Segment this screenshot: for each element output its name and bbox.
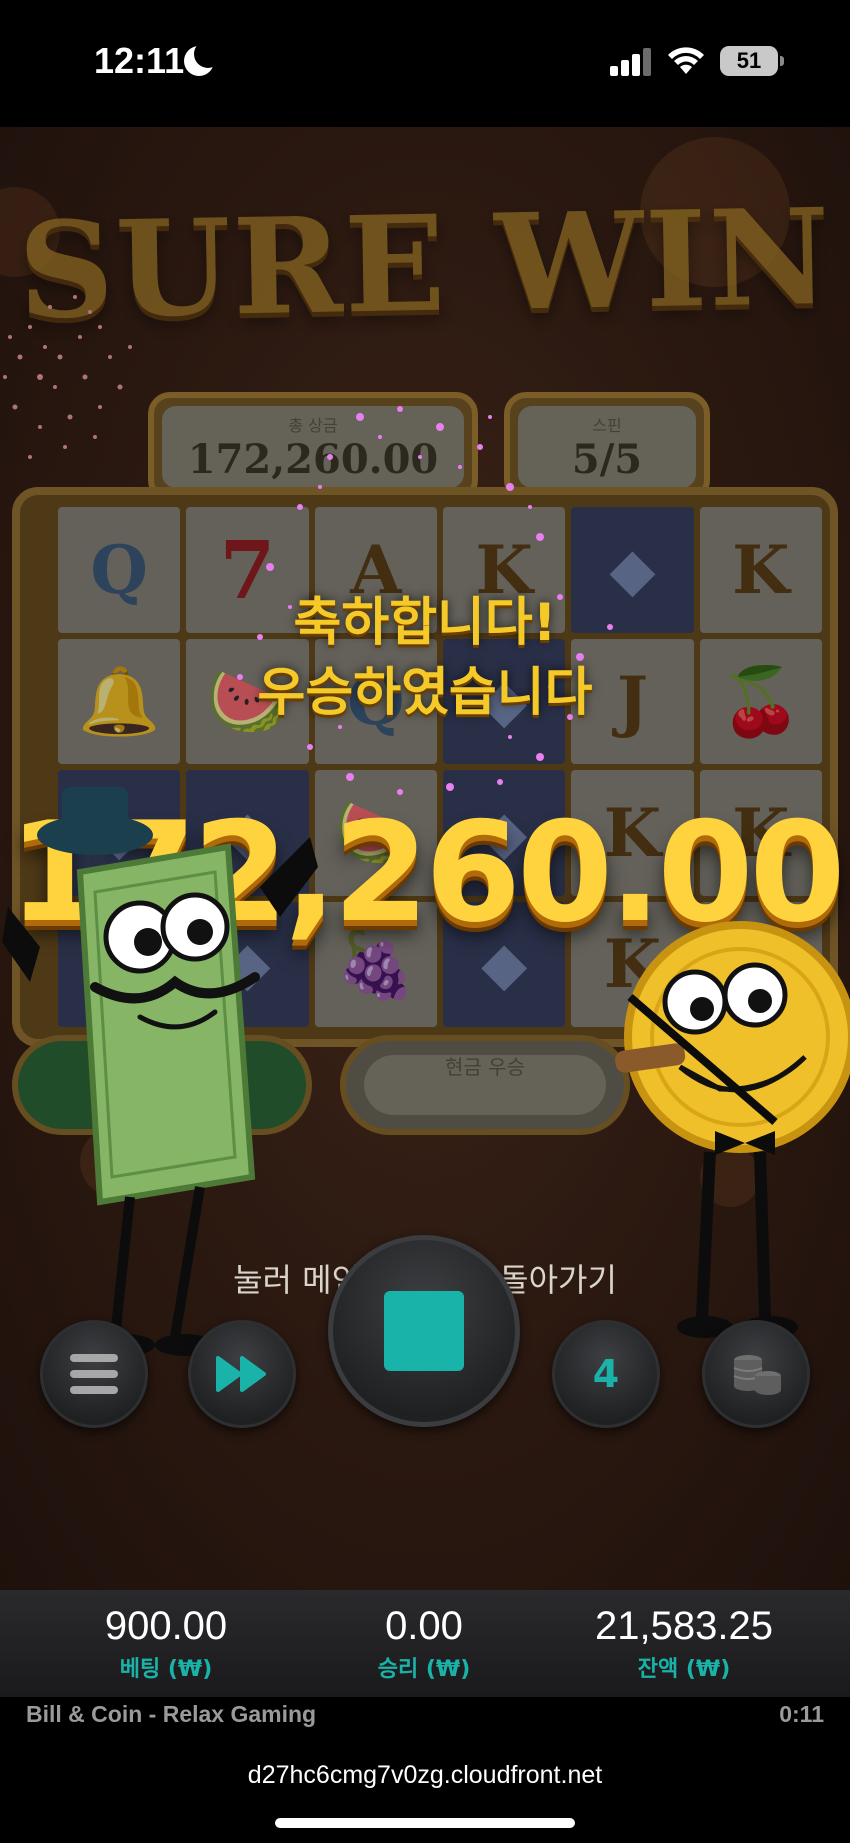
bet-value: 900.00 bbox=[104, 1604, 228, 1648]
status-time: 12:11 bbox=[94, 40, 185, 81]
home-indicator[interactable] bbox=[275, 1818, 575, 1828]
balance-label: 잔액 (₩) bbox=[637, 1657, 731, 1682]
stats-bar: 900.00 베팅 (₩) 0.00 승리 (₩) 21,583.25 잔액 (… bbox=[0, 1590, 850, 1697]
balance-stat: 21,583.25 잔액 (₩) bbox=[554, 1604, 814, 1683]
coin-mascot-icon bbox=[615, 921, 850, 1338]
menu-button[interactable] bbox=[40, 1320, 148, 1428]
win-stat: 0.00 승리 (₩) bbox=[294, 1604, 554, 1683]
url-text[interactable]: d27hc6cmg7v0zg.cloudfront.net bbox=[0, 1761, 850, 1790]
bet-label: 베팅 (₩) bbox=[119, 1657, 213, 1682]
win-value: 0.00 bbox=[385, 1604, 463, 1648]
browser-url-bar[interactable]: d27hc6cmg7v0zg.cloudfront.net bbox=[0, 1737, 850, 1843]
fast-forward-icon bbox=[216, 1356, 266, 1392]
bet-stat[interactable]: 900.00 베팅 (₩) bbox=[36, 1604, 296, 1683]
session-timer: 0:11 bbox=[779, 1701, 824, 1727]
win-message: 우승하였습니다 bbox=[257, 663, 593, 723]
menu-icon bbox=[70, 1354, 118, 1394]
game-title: Bill & Coin - Relax Gaming bbox=[26, 1701, 317, 1727]
win-label: 승리 (₩) bbox=[377, 1657, 471, 1682]
battery-icon: 51 bbox=[720, 46, 784, 76]
congrats-message: 축하합니다! bbox=[293, 593, 557, 653]
autoplay-count: 4 bbox=[592, 1352, 620, 1396]
status-bar: 12:11 51 bbox=[0, 0, 850, 127]
moon-icon bbox=[184, 40, 222, 76]
signal-icon bbox=[610, 46, 652, 76]
game-title-bar: Bill & Coin - Relax Gaming 0:11 bbox=[0, 1697, 850, 1737]
coin-stack-icon bbox=[733, 1355, 781, 1395]
stop-icon bbox=[384, 1291, 464, 1371]
turbo-button[interactable] bbox=[188, 1320, 296, 1428]
bet-settings-button[interactable] bbox=[702, 1320, 810, 1428]
balance-value: 21,583.25 bbox=[595, 1604, 773, 1648]
wifi-icon bbox=[668, 47, 704, 74]
autoplay-button[interactable]: 4 bbox=[552, 1320, 660, 1428]
spin-stop-button[interactable] bbox=[328, 1235, 520, 1427]
